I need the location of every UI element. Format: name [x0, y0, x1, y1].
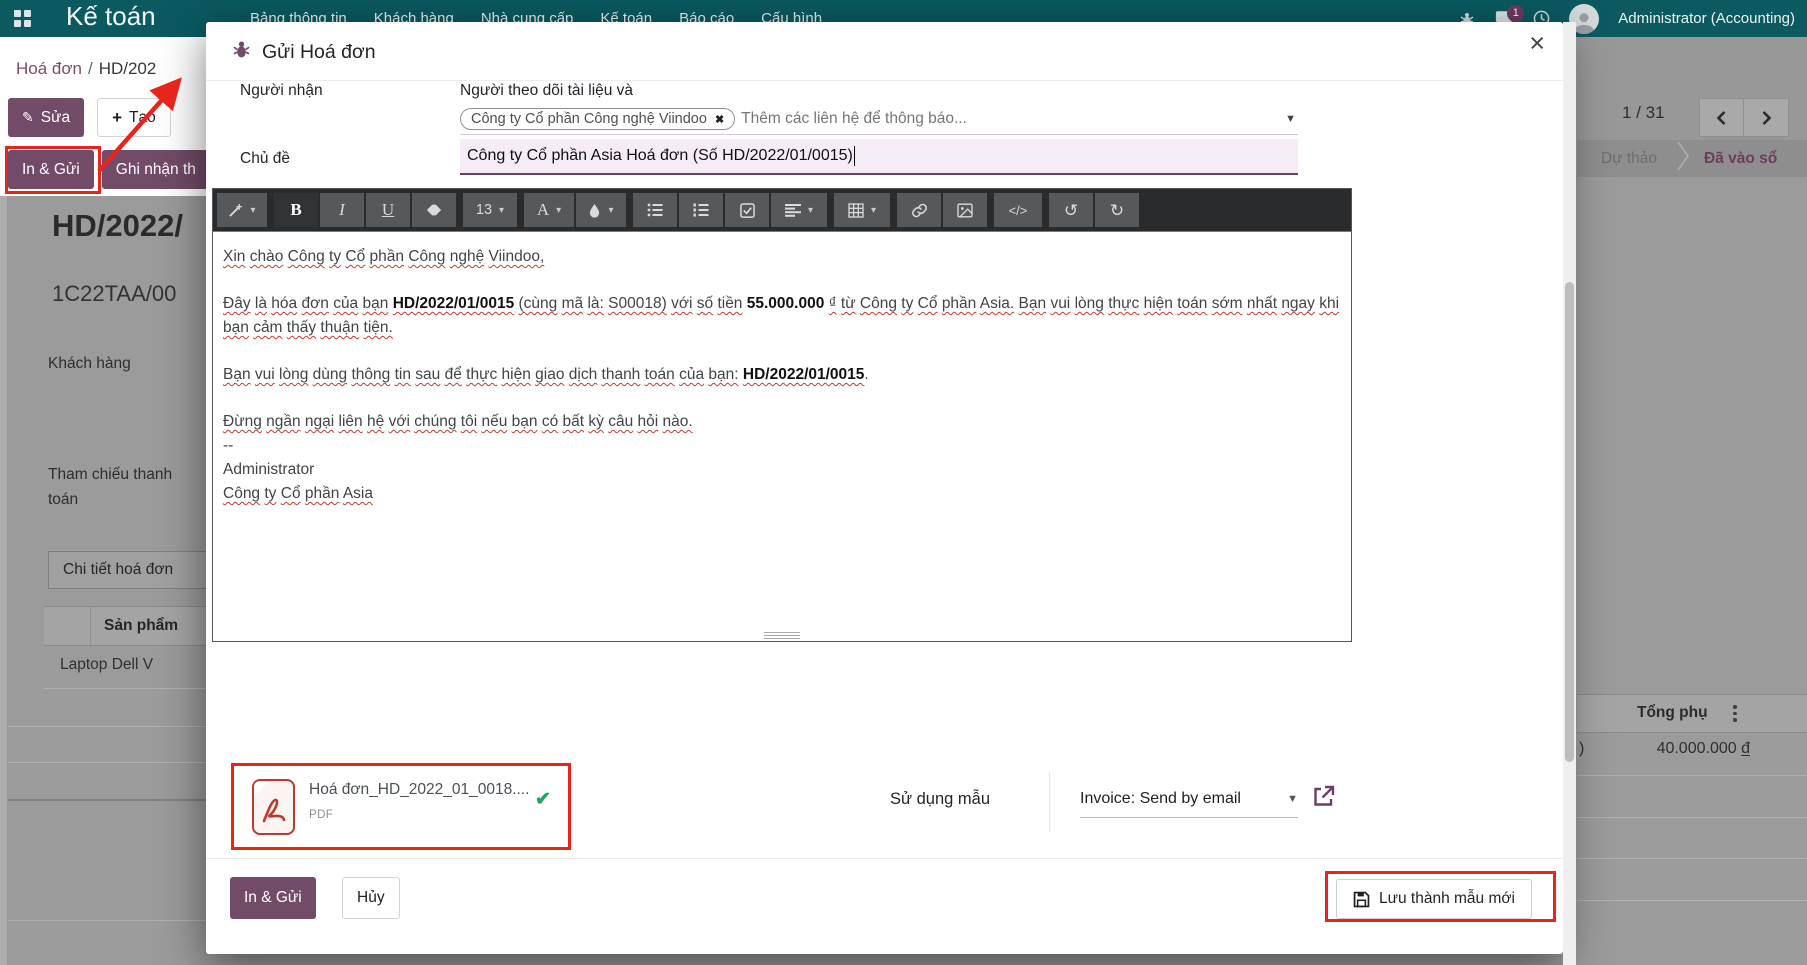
style-magic-wand-icon[interactable]	[217, 193, 267, 227]
attachment-type: PDF	[309, 809, 333, 821]
customer-label: Khách hàng	[48, 355, 131, 373]
header-divider	[206, 80, 1563, 81]
status-chevron-icon	[1677, 141, 1690, 176]
attachment-card[interactable]: Hoá đơn_HD_2022_01_0018.... PDF	[233, 766, 570, 850]
breadcrumb-separator: /	[88, 59, 93, 78]
subtotal-value: 40.000.000 đ	[1657, 740, 1750, 758]
table-dropdown-icon[interactable]	[834, 193, 890, 227]
attachment-name: Hoá đơn_HD_2022_01_0018....	[309, 781, 529, 799]
followers-note: Người theo dõi tài liệu và	[460, 82, 633, 100]
attachment-check-icon	[535, 788, 551, 811]
print-send-button[interactable]: In & Gửi	[8, 150, 94, 189]
optional-columns-icon[interactable]	[1733, 705, 1737, 725]
highlight-color-icon[interactable]	[576, 193, 626, 227]
underline-button[interactable]: U	[366, 193, 410, 227]
pager-counter: 1 / 31	[1622, 103, 1665, 123]
invoice-sheet-left: HD/2022/ 1C22TAA/00 Khách hàng Tham chiế…	[0, 196, 206, 965]
insert-link-icon[interactable]	[897, 193, 941, 227]
editor-toolbar: B I U 13 A </>	[213, 189, 1351, 231]
numbered-list-icon[interactable]	[679, 193, 723, 227]
subject-input[interactable]: Công ty Cổ phần Asia Hoá đơn (Số HD/2022…	[460, 139, 1298, 175]
product-column-header: Sản phẩm	[104, 617, 178, 635]
email-body-editor: B I U 13 A </>	[212, 188, 1352, 642]
dialog-title: Gửi Hoá đơn	[232, 39, 376, 65]
bullet-list-icon[interactable]	[633, 193, 677, 227]
remove-format-eraser-icon[interactable]	[412, 193, 456, 227]
plus-icon	[112, 108, 122, 128]
pdf-file-icon	[252, 779, 295, 835]
breadcrumb-current: HD/202	[99, 59, 157, 78]
notification-badge: 1	[1507, 5, 1524, 22]
close-icon[interactable]: ×	[1529, 30, 1545, 57]
pencil-icon	[22, 109, 34, 127]
post-button[interactable]: Ghi nhận th	[102, 150, 210, 189]
column-divider	[90, 607, 91, 645]
editor-body[interactable]: Xin chào Công ty Cổ phần Công nghệ Viind…	[213, 231, 1351, 641]
scrollbar[interactable]	[1563, 22, 1576, 965]
footer-divider	[206, 858, 1563, 859]
checklist-icon[interactable]	[725, 193, 769, 227]
edit-button[interactable]: Sửa	[8, 98, 84, 137]
invoice-sheet-right: Tổng phụ ) 40.000.000 đ	[1577, 177, 1807, 965]
invoice-number-title: HD/2022/	[52, 208, 183, 244]
truncated-cell-fragment: )	[1579, 740, 1584, 758]
table-header-left: Sản phẩm	[44, 606, 206, 646]
recipients-field[interactable]: Công ty Cổ phần Công nghệ Viindoo ✖ Thêm…	[460, 104, 1298, 135]
template-divider	[1049, 772, 1050, 832]
undo-icon[interactable]: ↺	[1049, 193, 1093, 227]
payment-ref-label: Tham chiếu thanh toán	[48, 462, 198, 512]
page-gutter	[0, 196, 7, 965]
dialog-cancel-button[interactable]: Hủy	[342, 877, 400, 919]
screen: Kế toán Bảng thông tin Khách hàng Nhà cu…	[0, 0, 1807, 965]
bug-icon	[232, 39, 251, 65]
pager-next-button[interactable]	[1744, 98, 1789, 137]
pager-previous-button[interactable]	[1699, 98, 1744, 137]
redo-icon[interactable]: ↻	[1095, 193, 1139, 227]
bold-button[interactable]: B	[274, 193, 318, 227]
invoice-serial: 1C22TAA/00	[52, 281, 176, 307]
apps-menu-icon[interactable]	[14, 10, 31, 27]
recipients-label: Người nhận	[240, 82, 323, 100]
align-dropdown-icon[interactable]	[771, 193, 827, 227]
recipients-placeholder: Thêm các liên hệ để thông báo...	[741, 110, 967, 128]
use-template-label: Sử dụng mẫu	[890, 790, 990, 809]
template-caret-icon: ▼	[1287, 793, 1298, 805]
resize-grip[interactable]	[764, 630, 800, 639]
code-view-icon[interactable]: </>	[994, 193, 1042, 227]
subject-label: Chủ đề	[240, 150, 290, 168]
subtotal-column-header: Tổng phụ	[1637, 704, 1708, 722]
text-cursor	[854, 146, 856, 166]
dialog-send-button[interactable]: In & Gửi	[230, 877, 316, 919]
status-bar: Dự thảo Đã vào sổ	[1577, 140, 1807, 177]
recipient-tag: Công ty Cổ phần Công nghệ Viindoo ✖	[460, 108, 735, 130]
font-color-dropdown[interactable]: A	[524, 193, 574, 227]
insert-image-icon[interactable]	[943, 193, 987, 227]
table-header-right: Tổng phụ	[1577, 694, 1807, 733]
app-title[interactable]: Kế toán	[66, 1, 156, 32]
control-panel-right: 1 / 31	[1577, 37, 1807, 140]
send-invoice-dialog: Gửi Hoá đơn × Người nhận Người theo dõi …	[206, 22, 1563, 954]
control-panel-left: Hoá đơn/HD/202 Sửa Tạo In & Gửi Ghi nhận…	[0, 37, 206, 196]
status-posted[interactable]: Đã vào sổ	[1704, 150, 1777, 168]
font-size-dropdown[interactable]: 13	[463, 193, 517, 227]
remove-tag-icon[interactable]: ✖	[715, 113, 724, 126]
table-row-product[interactable]: Laptop Dell V	[60, 656, 153, 674]
recipients-dropdown-caret-icon[interactable]: ▼	[1285, 113, 1296, 125]
status-draft[interactable]: Dự thảo	[1601, 150, 1657, 168]
breadcrumb: Hoá đơn / HD/202	[16, 59, 216, 79]
user-name[interactable]: Administrator (Accounting)	[1618, 10, 1795, 27]
tab-invoice-lines[interactable]: Chi tiết hoá đơn	[48, 551, 206, 589]
italic-button[interactable]: I	[320, 193, 364, 227]
save-as-template-button[interactable]: Lưu thành mẫu mới	[1336, 879, 1532, 919]
floppy-save-icon	[1353, 891, 1370, 908]
template-dropdown[interactable]: Invoice: Send by email ▼	[1080, 780, 1298, 818]
external-link-icon[interactable]	[1312, 784, 1338, 810]
create-button[interactable]: Tạo	[97, 98, 171, 137]
scrollbar-thumb[interactable]	[1565, 282, 1574, 762]
breadcrumb-invoices-link[interactable]: Hoá đơn	[16, 59, 82, 78]
